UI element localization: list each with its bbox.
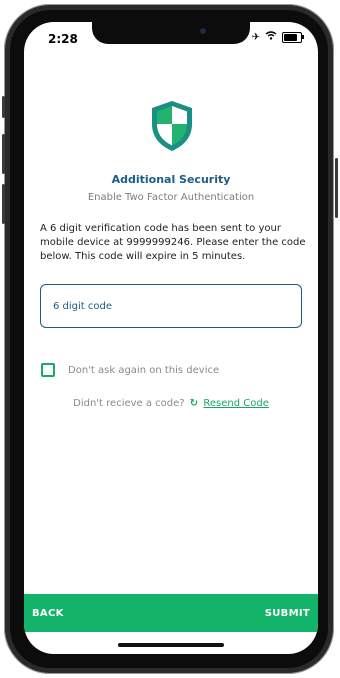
submit-button[interactable]: SUBMIT (265, 608, 310, 619)
app-screen: 2:28 ✈ Additional Security Enable Two Fa… (24, 22, 318, 654)
camera-icon (200, 28, 206, 34)
refresh-icon[interactable]: ↻ (190, 398, 198, 409)
resend-row: Didn't recieve a code? ↻ Resend Code (24, 398, 318, 409)
page-title: Additional Security (111, 173, 231, 186)
code-input[interactable]: 6 digit code (40, 284, 302, 328)
remember-device-checkbox[interactable] (41, 363, 55, 377)
side-button-volume-down (2, 184, 5, 224)
resend-prompt: Didn't recieve a code? (73, 398, 185, 409)
status-icons: ✈ (251, 31, 304, 43)
shield-icon (150, 100, 194, 152)
battery-icon (282, 31, 304, 43)
side-button-volume-up (2, 134, 5, 174)
code-input-placeholder: 6 digit code (53, 300, 113, 312)
verification-message: A 6 digit verification code has been sen… (40, 223, 306, 262)
phone-notch (92, 22, 250, 44)
wifi-icon (265, 31, 277, 43)
status-time: 2:28 (48, 32, 78, 46)
page-subtitle: Enable Two Factor Authentication (87, 192, 255, 203)
resend-code-link[interactable]: Resend Code (203, 398, 268, 409)
side-button-mute (2, 96, 5, 118)
back-button[interactable]: BACK (32, 608, 64, 619)
airplane-icon: ✈ (251, 31, 260, 43)
remember-device-label: Don't ask again on this device (68, 365, 220, 376)
side-button-power (335, 158, 338, 218)
bottom-action-bar: BACK SUBMIT (24, 594, 318, 632)
home-indicator[interactable] (118, 643, 224, 647)
